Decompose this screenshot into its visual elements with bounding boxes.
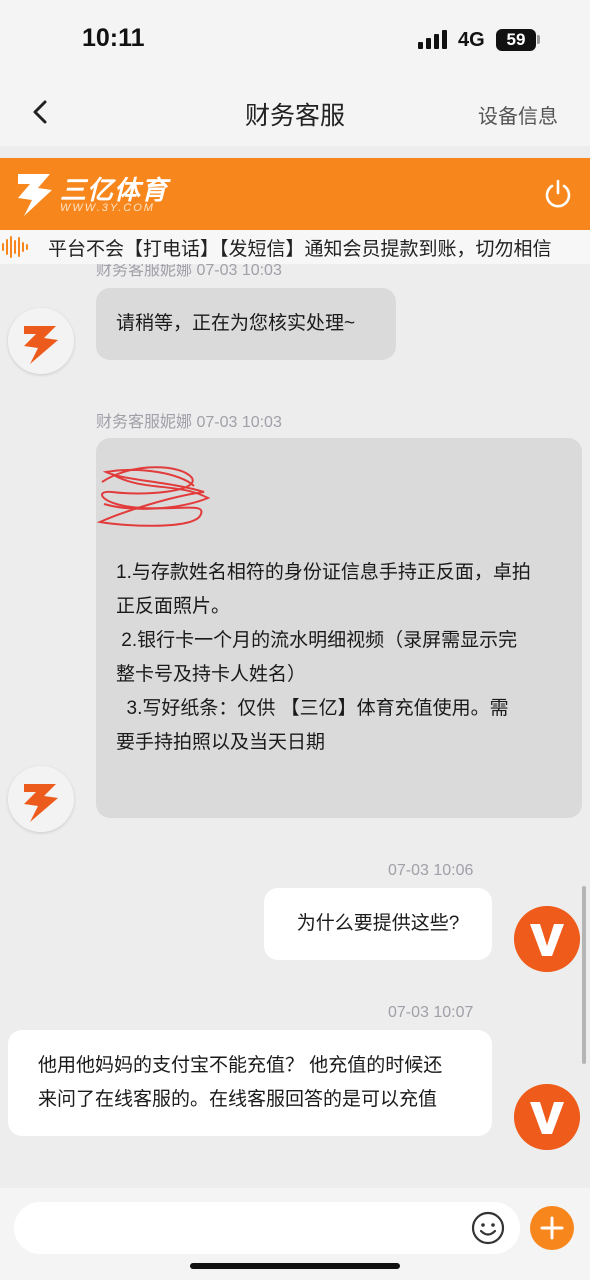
message-line: 整卡号及持卡人姓名） (116, 664, 307, 685)
emoji-icon (471, 1211, 505, 1245)
network-type: 4G (458, 29, 485, 51)
message-time: 07-03 10:06 (388, 862, 474, 879)
sound-wave-icon (2, 236, 30, 258)
agent-avatar (8, 308, 74, 374)
home-indicator (190, 1263, 400, 1269)
device-info-button[interactable]: 设备信息 (478, 100, 558, 129)
agent-avatar (8, 766, 74, 832)
notice-text: 平台不会【打电话】【发短信】通知会员提款到账，切勿相信 (48, 239, 552, 260)
chat-scrollbar[interactable] (582, 886, 586, 1064)
message-input[interactable] (14, 1202, 520, 1254)
chat-area: 财务客服妮娜 07-03 10:03 请稍等，正在为您核实处理~ 财务客服妮娜 … (0, 264, 590, 1188)
user-avatar (514, 1084, 580, 1150)
plus-icon (540, 1216, 564, 1240)
user-avatar (514, 906, 580, 972)
message-line: 要手持拍照以及当天日期 (116, 732, 326, 753)
battery-cap (537, 35, 540, 44)
brand-url: WWW.3Y.COM (60, 202, 155, 214)
battery-icon: 59 (496, 29, 536, 51)
message-bubble[interactable]: 请稍等，正在为您核实处理~ (96, 288, 396, 360)
input-bar (0, 1188, 590, 1280)
message-line: 来问了在线客服的。在线客服回答的是可以充值 (38, 1089, 438, 1110)
message-line: 正反面照片。 (116, 596, 231, 617)
message-time: 07-03 10:07 (388, 1004, 474, 1021)
power-icon (545, 179, 571, 208)
message-line: 1.与存款姓名相符的身份证信息手持正反面，卓拍 (116, 562, 531, 583)
message-bubble[interactable]: 1.与存款姓名相符的身份证信息手持正反面，卓拍 正反面照片。 2.银行卡一个月的… (96, 438, 582, 818)
message-bubble[interactable]: 他用他妈妈的支付宝不能充值？ 他充值的时候还 来问了在线客服的。在线客服回答的是… (8, 1030, 492, 1136)
status-bar: 10:11 4G 59 (0, 0, 590, 78)
brand-logo-icon (18, 174, 52, 216)
brand-banner: 三亿体育 WWW.3Y.COM (0, 158, 590, 230)
message-bubble[interactable]: 为什么要提供这些? (264, 888, 492, 960)
cellular-signal-icon (418, 30, 447, 49)
power-button[interactable] (542, 178, 574, 210)
notice-marquee: 平台不会【打电话】【发短信】通知会员提款到账，切勿相信 (0, 230, 590, 264)
message-text: 为什么要提供这些? (296, 913, 460, 934)
nav-bar: 财务客服 设备信息 (0, 78, 590, 146)
plus-button[interactable] (530, 1206, 574, 1250)
status-time: 10:11 (82, 24, 145, 52)
message-text: 请稍等，正在为您核实处理~ (116, 313, 356, 334)
message-line: 他用他妈妈的支付宝不能充值？ 他充值的时候还 (38, 1055, 443, 1076)
message-line: 3.写好纸条：仅供 【三亿】体育充值使用。需 (116, 698, 509, 719)
sender-line: 财务客服妮娜 07-03 10:03 (96, 414, 282, 431)
redaction-scribble (96, 466, 211, 527)
emoji-button[interactable] (470, 1210, 506, 1246)
message-line: 2.银行卡一个月的流水明细视频（录屏需显示完 (116, 630, 518, 651)
sender-line: 财务客服妮娜 07-03 10:03 (96, 264, 282, 279)
